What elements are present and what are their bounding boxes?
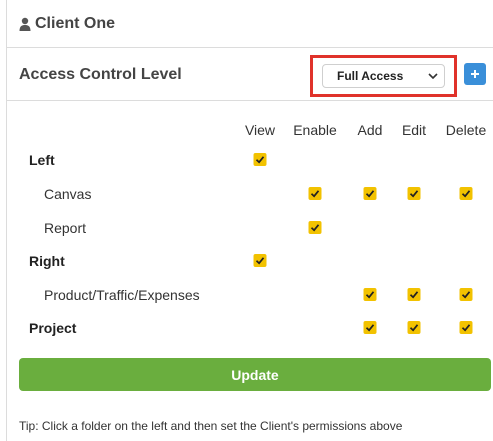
column-header-delete: Delete (445, 122, 487, 138)
column-header-enable: Enable (293, 122, 337, 138)
folder-label[interactable]: Project (29, 320, 76, 336)
folder-label[interactable]: Left (29, 152, 55, 168)
check-icon (255, 156, 265, 164)
access-level-select-value: Full Access (337, 69, 404, 83)
checkbox-delete[interactable] (459, 321, 473, 334)
plus-icon (471, 70, 479, 78)
client-name: Client One (35, 14, 116, 32)
check-icon (461, 291, 471, 299)
add-access-level-button[interactable] (464, 63, 486, 85)
folder-label[interactable]: Right (29, 253, 65, 269)
check-icon (365, 190, 375, 198)
checkbox-edit[interactable] (407, 288, 421, 301)
check-icon (461, 324, 471, 332)
permission-row[interactable]: Project (7, 320, 493, 340)
checkbox-add[interactable] (363, 187, 377, 200)
checkbox-view[interactable] (253, 254, 267, 267)
checkbox-enable[interactable] (308, 221, 322, 234)
check-icon (409, 291, 419, 299)
permission-row[interactable]: Right (7, 253, 493, 273)
column-header-add: Add (357, 122, 383, 138)
check-icon (310, 190, 320, 198)
checkbox-edit[interactable] (407, 321, 421, 334)
permission-row[interactable]: Product/Traffic/Expenses (7, 287, 493, 307)
folder-label[interactable]: Product/Traffic/Expenses (44, 287, 200, 303)
checkbox-enable[interactable] (308, 187, 322, 200)
column-header-view: View (244, 122, 276, 138)
check-icon (310, 224, 320, 232)
chevron-down-icon (428, 73, 438, 79)
check-icon (409, 324, 419, 332)
checkbox-add[interactable] (363, 321, 377, 334)
folder-label[interactable]: Canvas (44, 186, 91, 202)
client-permissions-panel: Client One Access Control Level Full Acc… (6, 0, 493, 441)
tip-text: Tip: Click a folder on the left and then… (19, 419, 403, 433)
access-level-select[interactable]: Full Access (322, 64, 445, 88)
checkbox-view[interactable] (253, 153, 267, 166)
checkbox-edit[interactable] (407, 187, 421, 200)
user-icon (19, 17, 31, 31)
folder-label[interactable]: Report (44, 220, 86, 236)
check-icon (461, 190, 471, 198)
checkbox-add[interactable] (363, 288, 377, 301)
permission-row[interactable]: Report (7, 220, 493, 240)
checkbox-delete[interactable] (459, 288, 473, 301)
access-level-select-highlight: Full Access (310, 55, 457, 97)
permission-row[interactable]: Left (7, 152, 493, 172)
access-control-title: Access Control Level (19, 66, 182, 83)
access-control-header: Access Control Level Full Access (7, 49, 493, 101)
column-header-edit: Edit (401, 122, 427, 138)
check-icon (255, 257, 265, 265)
update-button[interactable]: Update (19, 358, 491, 391)
client-header: Client One (7, 0, 493, 48)
check-icon (409, 190, 419, 198)
permission-row[interactable]: Canvas (7, 186, 493, 206)
check-icon (365, 324, 375, 332)
check-icon (365, 291, 375, 299)
checkbox-delete[interactable] (459, 187, 473, 200)
